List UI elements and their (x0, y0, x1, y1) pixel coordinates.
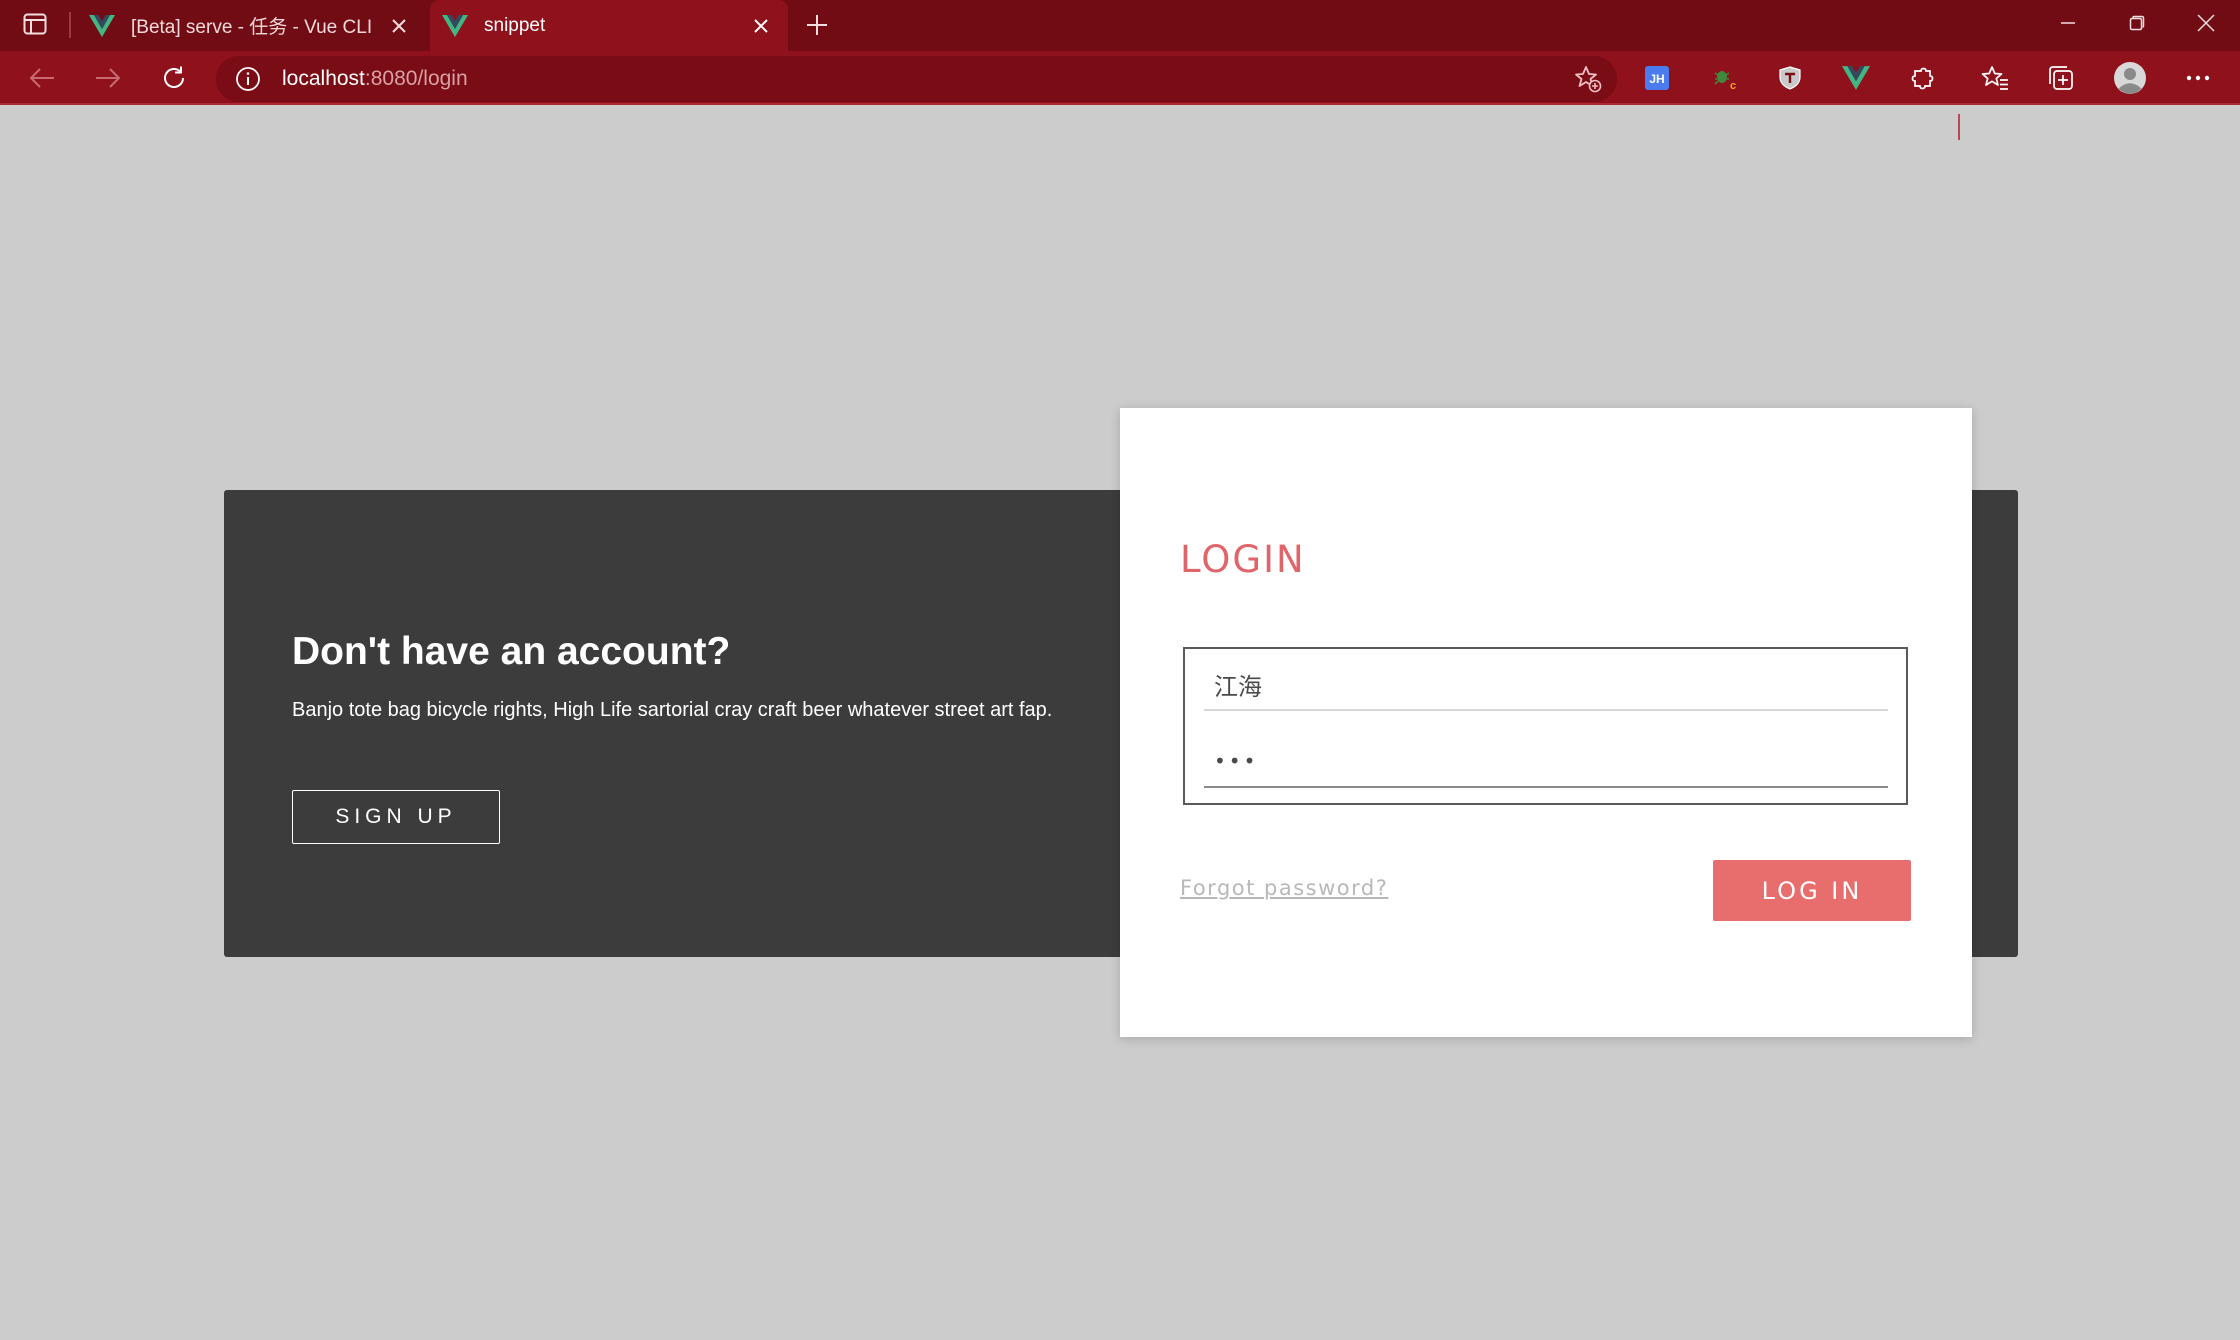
arrow-right-icon (96, 68, 121, 88)
tab-title: snippet (484, 14, 546, 36)
close-icon (2197, 14, 2215, 32)
url-text: localhost:8080/login (282, 67, 468, 91)
tab-vue-cli[interactable]: [Beta] serve - 任务 - Vue CLI (77, 0, 426, 51)
tab-snippet[interactable]: snippet (430, 0, 788, 51)
signup-blurb: Banjo tote bag bicycle rights, High Life… (292, 699, 1053, 721)
tab-separator (69, 12, 71, 38)
tab-bar: [Beta] serve - 任务 - Vue CLI snippet (0, 0, 2240, 51)
address-bar[interactable]: localhost:8080/login (216, 56, 1617, 102)
restore-button[interactable] (2103, 0, 2171, 46)
info-icon[interactable] (232, 63, 264, 95)
signup-heading: Don't have an account? (292, 630, 731, 673)
browser-toolbar: localhost:8080/login JH c (0, 51, 2240, 140)
sign-up-button[interactable]: SIGN UP (292, 790, 500, 844)
url-path: :8080/login (364, 67, 468, 90)
vue-icon (440, 14, 470, 38)
minimize-icon (2061, 22, 2075, 24)
jh-extension-icon[interactable]: JH (1639, 60, 1675, 96)
collections-icon[interactable] (2043, 60, 2079, 96)
forward-button[interactable] (87, 57, 129, 99)
shield-extension-icon[interactable] (1772, 60, 1808, 96)
restore-icon (2129, 15, 2145, 31)
profile-avatar[interactable] (2112, 60, 2148, 96)
tab-actions-icon (23, 13, 47, 35)
toolbar-bottom-border (0, 103, 2240, 105)
toolbar-separator (1958, 114, 1960, 140)
login-title: LOGIN (1180, 538, 1306, 581)
close-window-button[interactable] (2172, 0, 2240, 46)
login-card: LOGIN Forgot password? LOG IN (1120, 408, 1972, 1037)
reload-button[interactable] (153, 57, 195, 99)
add-favorite-icon[interactable] (1571, 62, 1605, 96)
tab-actions-button[interactable] (17, 9, 53, 39)
forgot-password-link[interactable]: Forgot password? (1180, 876, 1388, 900)
svg-text:c: c (1730, 80, 1736, 91)
puzzle-icon[interactable] (1904, 60, 1940, 96)
favorites-icon[interactable] (1977, 60, 2013, 96)
url-host: localhost (282, 67, 365, 90)
vue-icon (87, 14, 117, 38)
plus-icon (807, 15, 827, 35)
new-tab-button[interactable] (799, 7, 835, 43)
back-button[interactable] (21, 57, 63, 99)
log-in-button[interactable]: LOG IN (1713, 860, 1911, 921)
close-tab-icon[interactable] (744, 9, 778, 43)
password-input[interactable] (1204, 736, 1888, 788)
username-input[interactable] (1204, 659, 1888, 711)
login-fields-group (1183, 647, 1908, 805)
vue-devtools-icon[interactable] (1838, 60, 1874, 96)
tab-title: [Beta] serve - 任务 - Vue CLI (131, 17, 373, 38)
bug-extension-icon[interactable]: c (1706, 60, 1742, 96)
reload-icon (164, 66, 184, 88)
close-tab-icon[interactable] (382, 9, 416, 43)
arrow-left-icon (29, 68, 54, 88)
minimize-button[interactable] (2034, 0, 2102, 46)
svg-text:JH: JH (1649, 72, 1664, 86)
more-icon[interactable] (2180, 60, 2216, 96)
